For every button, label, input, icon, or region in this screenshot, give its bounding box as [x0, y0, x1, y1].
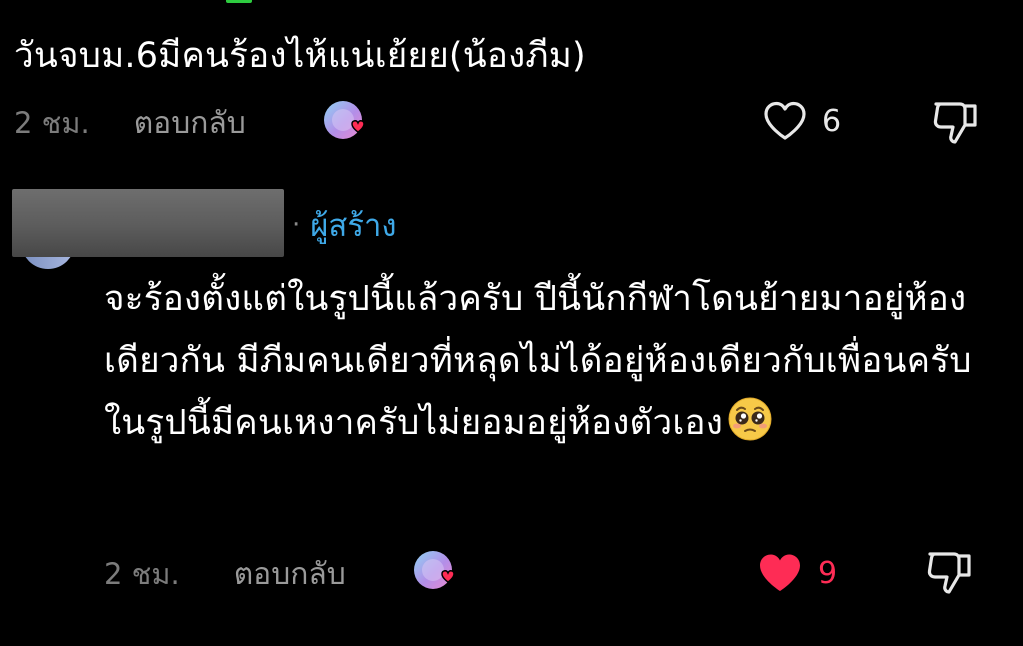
separator-dot: ·	[292, 210, 301, 240]
like-count: 9	[818, 555, 838, 591]
comment-timestamp: 2 ชม.	[14, 106, 90, 140]
reply-button[interactable]: ตอบกลับ	[134, 100, 246, 147]
like-count: 6	[822, 103, 842, 139]
comment-body: จะร้องตั้งแต่ในรูปนี้แล้วครับ ปีนี้นักกี…	[104, 279, 972, 443]
thumbs-down-icon[interactable]	[930, 98, 980, 148]
comment-text: จะร้องตั้งแต่ในรูปนี้แล้วครับ ปีนี้นักกี…	[104, 268, 1004, 454]
pleading-face-icon	[728, 397, 772, 441]
comment-timestamp: 2 ชม.	[104, 557, 180, 591]
heart-outline-icon	[764, 101, 806, 140]
heart-filled-icon	[760, 554, 800, 591]
creator-badge: · ผู้สร้าง	[292, 200, 397, 250]
redacted-username	[12, 189, 284, 257]
previous-item-edge	[226, 0, 252, 3]
reply-button[interactable]: ตอบกลับ	[234, 551, 346, 598]
like-button[interactable]: 6	[762, 100, 841, 142]
thumbs-down-icon[interactable]	[924, 548, 974, 598]
creator-label: ผู้สร้าง	[310, 208, 397, 244]
comment-text: วันจบม.6มีคนร้องไห้แน่เย้ยย(น้องภีม)	[14, 36, 586, 76]
comment-meta: 2 ชม. ตอบกลับ	[14, 98, 246, 148]
creator-liked-avatar-icon	[324, 101, 365, 139]
comment-meta: 2 ชม. ตอบกลับ	[104, 549, 346, 599]
like-button[interactable]: 9	[756, 551, 837, 595]
creator-liked-avatar-icon	[414, 551, 455, 589]
